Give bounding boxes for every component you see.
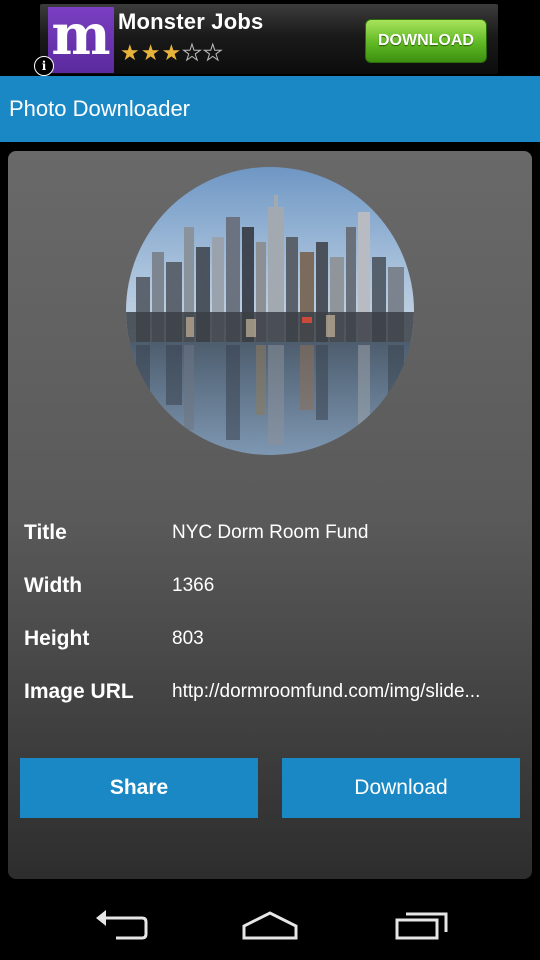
recents-icon[interactable] bbox=[394, 908, 450, 947]
ad-title: Monster Jobs bbox=[118, 9, 264, 34]
home-icon[interactable] bbox=[241, 908, 299, 947]
title-label: Title bbox=[24, 521, 67, 544]
image-url-label: Image URL bbox=[24, 680, 134, 703]
photo-details-card: Title NYC Dorm Room Fund Width 1366 Heig… bbox=[8, 151, 532, 879]
star-empty: ★★ bbox=[182, 40, 224, 66]
share-button[interactable]: Share bbox=[20, 758, 258, 818]
detail-row-image-url: Image URL http://dormroomfund.com/img/sl… bbox=[24, 677, 530, 707]
width-value: 1366 bbox=[172, 575, 215, 596]
system-nav-bar bbox=[0, 890, 540, 960]
height-label: Height bbox=[24, 627, 90, 650]
info-icon[interactable]: i bbox=[34, 56, 54, 76]
detail-row-height: Height 803 bbox=[24, 624, 530, 654]
download-button[interactable]: Download bbox=[282, 758, 520, 818]
app-title: Photo Downloader bbox=[9, 96, 191, 121]
width-label: Width bbox=[24, 574, 83, 597]
back-icon[interactable] bbox=[92, 908, 148, 949]
detail-row-width: Width 1366 bbox=[24, 571, 530, 601]
detail-row-title: Title NYC Dorm Room Fund bbox=[24, 518, 530, 548]
action-bar: Photo Downloader bbox=[0, 76, 540, 142]
star-filled: ★★★ bbox=[120, 40, 183, 65]
image-url-value: http://dormroomfund.com/img/slide... bbox=[172, 681, 481, 702]
photo-thumbnail bbox=[126, 167, 414, 455]
height-value: 803 bbox=[172, 628, 204, 649]
ad-banner[interactable]: m Monster Jobs ★★★★★ DOWNLOAD bbox=[40, 4, 498, 74]
monster-logo: m bbox=[48, 7, 114, 73]
ad-download-button[interactable]: DOWNLOAD bbox=[365, 19, 487, 63]
rating-stars: ★★★★★ bbox=[120, 40, 224, 66]
title-value: NYC Dorm Room Fund bbox=[172, 522, 369, 543]
